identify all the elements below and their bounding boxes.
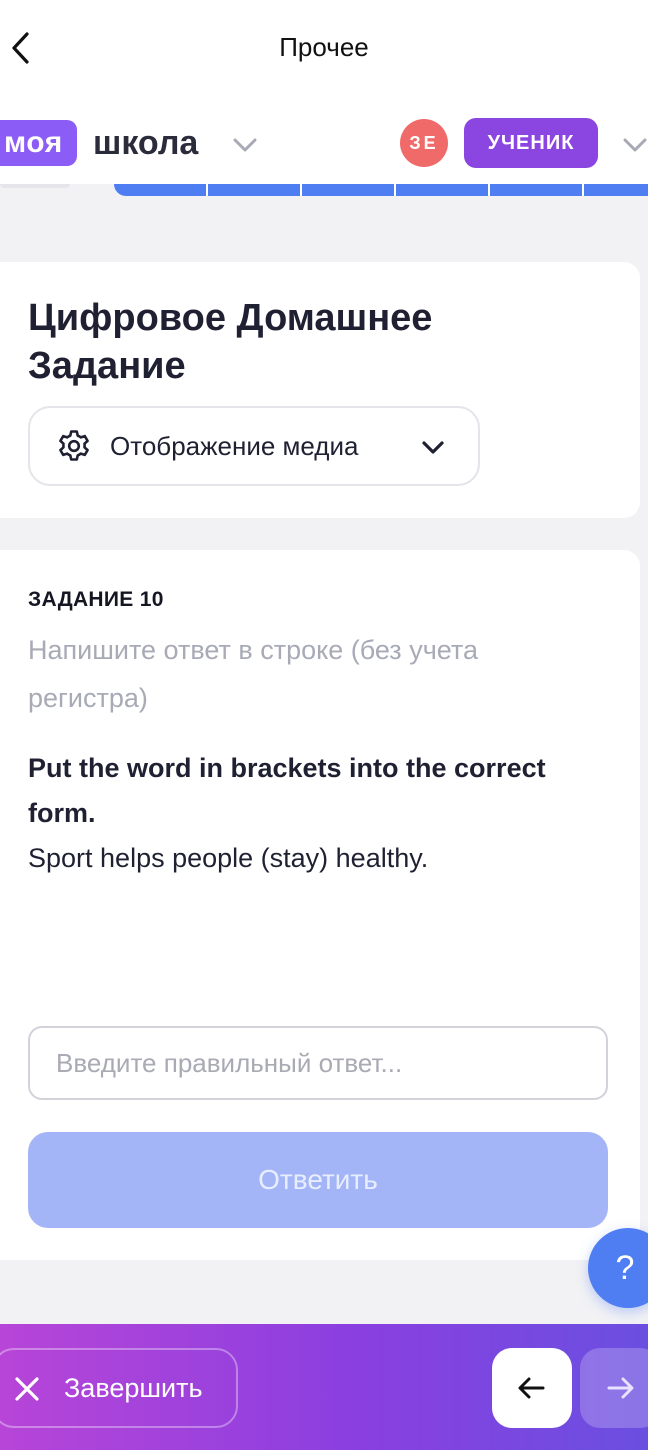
answer-input[interactable] bbox=[28, 1026, 608, 1100]
task-tab[interactable] bbox=[396, 184, 490, 196]
task-tab[interactable] bbox=[208, 184, 302, 196]
logo-box[interactable]: моя bbox=[0, 120, 77, 166]
finish-button[interactable]: Завершить bbox=[0, 1348, 238, 1428]
logo-text[interactable]: школа bbox=[93, 120, 198, 166]
task-number: ЗАДАНИЕ 10 bbox=[28, 588, 164, 611]
task-tab[interactable] bbox=[490, 184, 584, 196]
chevron-down-icon[interactable] bbox=[230, 130, 260, 160]
task-card: ЗАДАНИЕ 10 Напишите ответ в строке (без … bbox=[0, 550, 640, 1260]
task-tabs-row bbox=[114, 184, 648, 196]
task-instruction: Put the word in brackets into the correc… bbox=[28, 753, 546, 828]
arrow-right-icon bbox=[607, 1377, 634, 1399]
task-hint: Напишите ответ в строке (без учета регис… bbox=[28, 635, 478, 713]
avatar[interactable]: ЗЕ bbox=[400, 119, 448, 167]
previous-task-button[interactable] bbox=[492, 1348, 572, 1428]
tab-shadow bbox=[0, 184, 70, 188]
page-title: Прочее bbox=[279, 32, 369, 62]
task-tabs-strip bbox=[0, 184, 648, 196]
media-display-label: Отображение медиа bbox=[110, 431, 359, 461]
chevron-down-icon[interactable] bbox=[620, 130, 648, 160]
site-header: моя школа ЗЕ УЧЕНИК bbox=[0, 100, 648, 184]
task-tab[interactable] bbox=[114, 184, 208, 196]
close-icon bbox=[15, 1377, 39, 1401]
gear-icon bbox=[59, 430, 89, 461]
submit-answer-button[interactable]: Ответить bbox=[28, 1132, 608, 1228]
homework-title: Цифровое Домашнее Задание bbox=[28, 297, 433, 387]
task-tab[interactable] bbox=[584, 184, 648, 196]
arrow-left-icon bbox=[518, 1377, 545, 1399]
media-display-button[interactable]: Отображение медиа bbox=[28, 406, 480, 486]
next-task-button[interactable] bbox=[580, 1348, 648, 1428]
role-badge[interactable]: УЧЕНИК bbox=[464, 118, 598, 168]
top-bar: Прочее bbox=[0, 0, 648, 100]
app-screen: Прочее моя школа ЗЕ УЧЕНИК Цифровое Дома… bbox=[0, 0, 648, 1450]
finish-label: Завершить bbox=[64, 1373, 203, 1403]
chevron-down-icon bbox=[422, 441, 444, 454]
bottom-bar: Завершить bbox=[0, 1324, 648, 1450]
homework-card: Цифровое Домашнее Задание Отображение ме… bbox=[0, 262, 640, 518]
task-sentence: Sport helps people (stay) healthy. bbox=[28, 843, 429, 873]
task-tab[interactable] bbox=[302, 184, 396, 196]
